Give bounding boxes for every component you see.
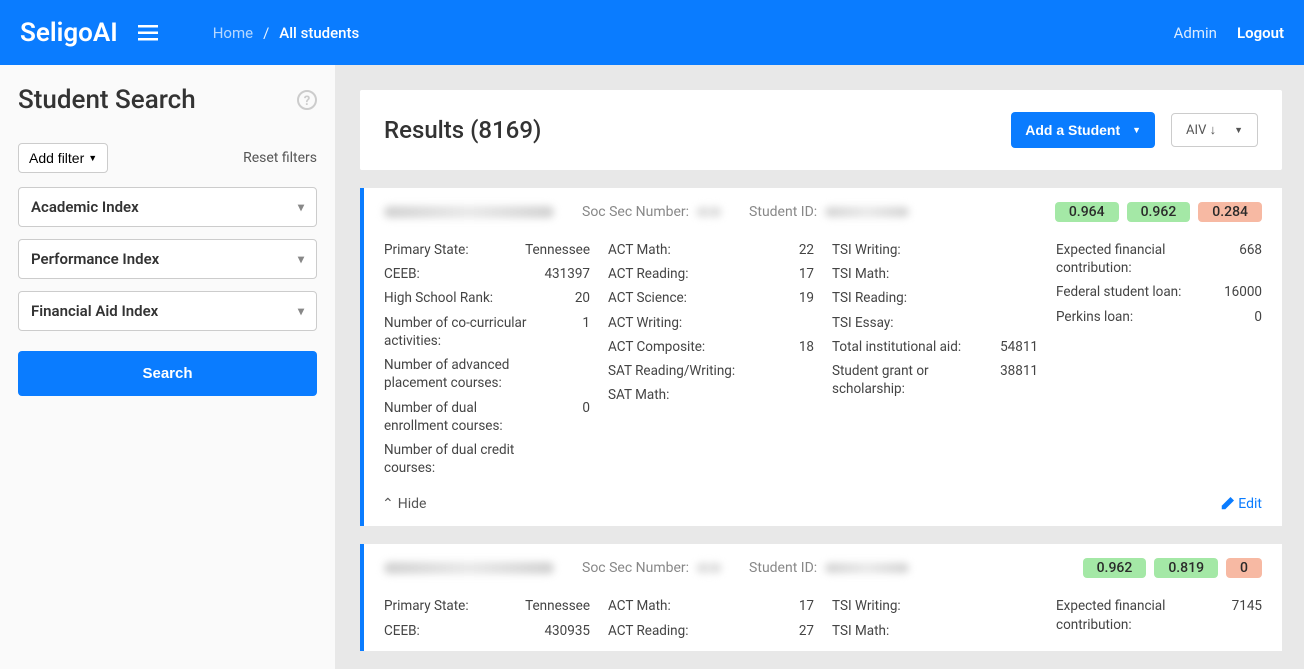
chevron-down-icon: ▾ [298,252,304,266]
data-row: Number of dual enrollment courses:0 [384,396,590,438]
edit-link[interactable]: Edit [1220,496,1262,512]
help-icon[interactable]: ? [297,90,317,110]
data-row: Primary State:Tennessee [384,238,590,262]
data-row: Number of co-curricular activities:1 [384,311,590,353]
data-row: Number of advanced placement courses: [384,353,590,395]
data-row: ACT Reading:17 [608,262,814,286]
data-row: TSI Writing: [832,594,1038,618]
breadcrumb-separator: / [263,24,269,42]
add-student-button[interactable]: Add a Student ▼ [1011,112,1155,148]
data-row: Perkins loan:0 [1056,305,1262,329]
student-id-redacted [825,207,909,217]
sort-select[interactable]: AIV ↓ ▼ [1171,113,1258,147]
caret-down-icon: ▼ [1234,125,1243,136]
data-row: ACT Math:22 [608,238,814,262]
student-name-redacted [384,206,554,218]
data-row: TSI Essay: [832,311,1038,335]
score-badge: 0.962 [1083,558,1147,578]
caret-down-icon: ▼ [88,153,97,163]
admin-link[interactable]: Admin [1174,24,1217,42]
data-row: SAT Math: [608,383,814,407]
data-row: Total institutional aid:54811 [832,335,1038,359]
data-row: Number of dual credit courses: [384,438,590,480]
data-row: High School Rank:20 [384,286,590,310]
brand-logo: SeligoAI [20,18,118,48]
data-row: Expected financial contribution:668 [1056,238,1262,280]
caret-down-icon: ▼ [1132,125,1141,135]
filter-dropdown-0[interactable]: Academic Index▾ [18,187,317,227]
student-id-label: Student ID: [749,560,817,576]
score-badge: 0.964 [1055,202,1119,222]
filter-dropdown-1[interactable]: Performance Index▾ [18,239,317,279]
student-id-redacted [825,563,909,573]
score-badge: 0 [1226,558,1262,578]
student-name-redacted [384,562,554,574]
ssn-redacted [697,207,721,217]
breadcrumb: Home / All students [213,24,360,42]
score-badge: 0.962 [1127,202,1191,222]
data-row: TSI Reading: [832,286,1038,310]
data-row: ACT Reading:27 [608,619,814,643]
topbar: SeligoAI Home / All students Admin Logou… [0,0,1304,65]
data-row: TSI Math: [832,262,1038,286]
pencil-icon [1220,497,1234,511]
student-card: Soc Sec Number: Student ID: 0.964 0.962 0.28… [360,188,1282,526]
ssn-label: Soc Sec Number: [582,560,689,576]
ssn-redacted [697,563,721,573]
add-filter-button[interactable]: Add filter ▼ [18,143,108,173]
data-row: SAT Reading/Writing: [608,359,814,383]
data-row: Primary State:Tennessee [384,594,590,618]
main-content: Results (8169) Add a Student ▼ AIV ↓ ▼ S… [335,65,1304,669]
data-row: ACT Composite:18 [608,335,814,359]
data-row: CEEB:430935 [384,619,590,643]
data-row: TSI Writing: [832,238,1038,262]
hamburger-icon[interactable] [138,25,158,41]
score-badge: 0.284 [1198,202,1262,222]
chevron-down-icon: ▾ [298,304,304,318]
results-title: Results (8169) [384,116,541,144]
collapse-icon: ⌃ [382,496,394,512]
chevron-down-icon: ▾ [298,200,304,214]
data-row: Student grant or scholarship:38811 [832,359,1038,401]
hide-link[interactable]: ⌃ Hide [382,496,426,512]
score-badge: 0.819 [1154,558,1218,578]
data-row: Expected financial contribution:7145 [1056,594,1262,636]
data-row: ACT Writing: [608,311,814,335]
breadcrumb-current: All students [279,24,359,42]
search-button[interactable]: Search [18,351,317,396]
ssn-label: Soc Sec Number: [582,204,689,220]
filter-dropdown-2[interactable]: Financial Aid Index▾ [18,291,317,331]
data-row: Federal student loan:16000 [1056,280,1262,304]
student-id-label: Student ID: [749,204,817,220]
sidebar: Student Search ? Add filter ▼ Reset filt… [0,65,335,669]
breadcrumb-home[interactable]: Home [213,24,253,42]
results-header: Results (8169) Add a Student ▼ AIV ↓ ▼ [360,90,1282,170]
svg-text:?: ? [304,94,310,109]
student-card: Soc Sec Number: Student ID: 0.962 0.819 0 Pri… [360,544,1282,650]
data-row: CEEB:431397 [384,262,590,286]
reset-filters-link[interactable]: Reset filters [243,150,317,166]
sidebar-title: Student Search [18,85,196,115]
data-row: TSI Math: [832,619,1038,643]
data-row: ACT Math:17 [608,594,814,618]
logout-link[interactable]: Logout [1237,24,1284,42]
data-row: ACT Science:19 [608,286,814,310]
